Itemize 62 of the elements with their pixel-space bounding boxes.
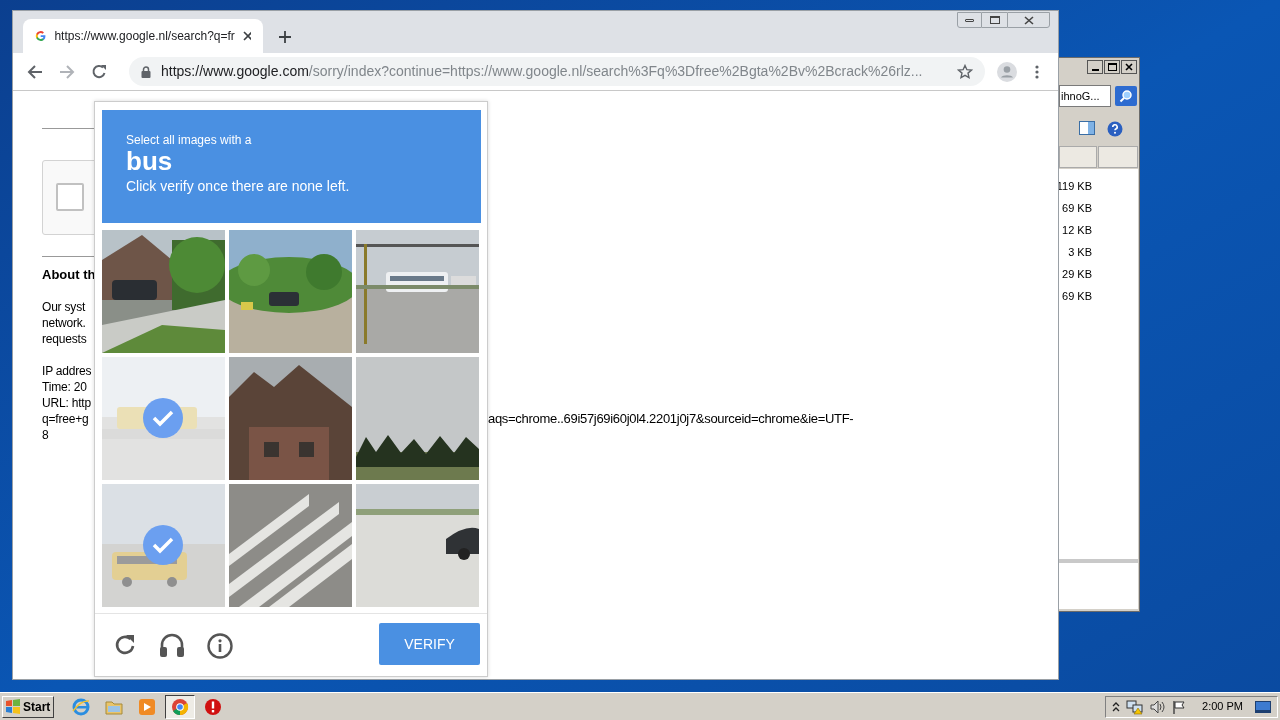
close-icon (1125, 63, 1133, 71)
chevron-up-icon[interactable] (1112, 701, 1121, 712)
help-icon[interactable] (1107, 121, 1123, 137)
file-size: 29 KB (1062, 267, 1092, 281)
detail-line: q=free+g (42, 411, 89, 427)
close-icon (1023, 15, 1034, 25)
stop-icon (204, 697, 222, 716)
minimize-button[interactable] (957, 12, 982, 28)
check-icon (143, 525, 183, 565)
start-button[interactable]: Start (2, 695, 54, 718)
file-size: 3 KB (1068, 245, 1092, 259)
prompt-text: Select all images with a (126, 132, 253, 148)
restore-button[interactable] (982, 12, 1007, 28)
windows-logo-icon (5, 699, 21, 714)
media-player-icon (138, 697, 156, 716)
preview-pane-icon[interactable] (1079, 121, 1095, 135)
instruction-text: Click verify once there are none left. (126, 177, 351, 196)
paragraph-line: Our syst (42, 299, 86, 315)
network-icon[interactable] (1126, 698, 1145, 715)
paragraph-line: requests (42, 331, 87, 347)
avatar-icon[interactable] (997, 61, 1017, 82)
google-logo-icon (35, 29, 47, 43)
detail-line: URL: http (42, 395, 91, 411)
browser-tab[interactable]: https://www.google.nl/search?q=fr (23, 19, 263, 53)
flag-icon[interactable] (1172, 699, 1187, 714)
close-icon[interactable] (242, 31, 251, 41)
taskbar-button[interactable] (165, 694, 195, 719)
reload-icon[interactable] (113, 633, 137, 657)
browser-e-icon (72, 697, 90, 716)
url-text: https://www.google.com/sorry/index?continue=https://www.google.nl/search%3Fq%3Dfree%2Bgta%2Bv%2Bcrack%26rlz... (161, 62, 923, 81)
url-line: aqs=chrome..69i57j69i60j0l4.2201j0j7&sourceid=chrome&ie=UTF- (488, 411, 854, 427)
minimize-button[interactable] (1087, 60, 1103, 74)
file-size: 69 KB (1062, 289, 1092, 303)
show-desktop-icon[interactable] (1255, 700, 1271, 713)
close-button[interactable] (1007, 12, 1050, 28)
menu-icon[interactable] (1035, 64, 1039, 79)
check-icon (143, 398, 183, 438)
back-icon[interactable] (27, 63, 43, 80)
file-size: 69 KB (1062, 201, 1092, 215)
close-button[interactable] (1121, 60, 1137, 74)
tab-title: https://www.google.nl/search?q=fr (54, 28, 235, 45)
paragraph-line: network. (42, 315, 86, 331)
new-tab-icon[interactable] (279, 31, 291, 43)
clock-text[interactable]: 2:00 PM (1202, 698, 1243, 715)
speaker-icon[interactable] (1150, 699, 1167, 714)
checkbox[interactable] (56, 183, 84, 211)
search-icon[interactable] (1115, 86, 1137, 106)
star-icon[interactable] (957, 63, 973, 80)
headphones-icon[interactable] (159, 633, 185, 657)
file-size: 12 KB (1062, 223, 1092, 237)
detail-line: IP addres (42, 363, 92, 379)
maximize-button[interactable] (1104, 60, 1120, 74)
chrome-icon (171, 697, 189, 716)
address-bar[interactable]: https://www.google.com/sorry/index?continue=https://www.google.nl/search%3Fq%3Dfree%2Bgta%2Bv%2Bcrack%26rlz... (129, 57, 985, 86)
target-word: bus (126, 148, 174, 174)
info-icon[interactable] (207, 633, 233, 659)
lock-icon (141, 65, 151, 78)
detail-line: 8 (42, 427, 49, 443)
reload-icon[interactable] (91, 63, 107, 80)
search-field[interactable]: ihnoG... (1059, 85, 1111, 107)
folder-icon (105, 698, 123, 715)
detail-line: Time: 20 (42, 379, 87, 395)
